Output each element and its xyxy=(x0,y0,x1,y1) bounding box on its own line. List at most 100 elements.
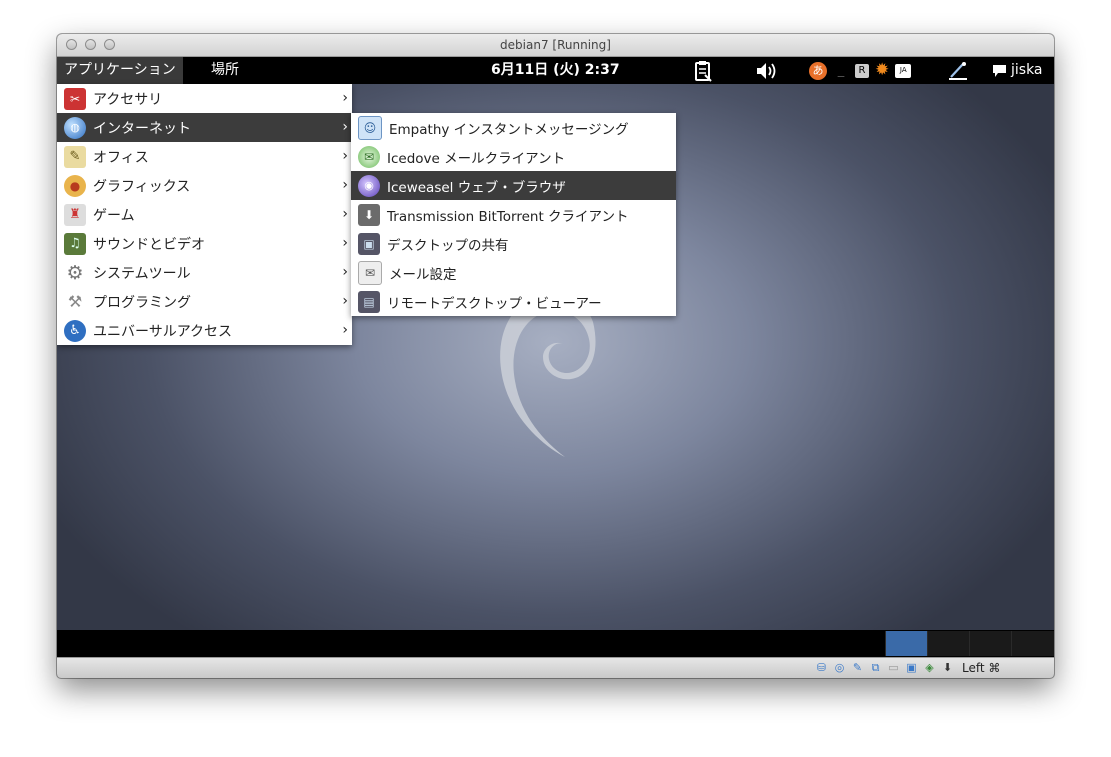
submenu-item-label: メール設定 xyxy=(389,266,457,283)
chevron-right-icon: › xyxy=(342,206,348,222)
bottom-panel xyxy=(57,630,1054,657)
programming-icon: ⚒ xyxy=(67,292,83,311)
office-icon: ✎ xyxy=(64,145,86,168)
chevron-right-icon: › xyxy=(342,90,348,106)
clock[interactable]: 6月11日 (火) 2:37 xyxy=(491,57,620,84)
chevron-right-icon: › xyxy=(342,177,348,193)
blank-indicator-icon: _ xyxy=(837,63,845,78)
accessories-icon: ✂ xyxy=(64,87,86,110)
desktop-sharing-icon: ▣ xyxy=(358,232,380,255)
menu-item-programming[interactable]: ⚒ プログラミング › xyxy=(57,287,352,316)
host-key-label: Left ⌘ xyxy=(962,660,1001,675)
menu-item-label: アクセサリ xyxy=(93,91,163,108)
chevron-right-icon: › xyxy=(342,293,348,309)
menu-item-label: ユニバーサルアクセス xyxy=(93,323,233,340)
orange-gear-icon[interactable]: ✹ xyxy=(875,57,889,84)
user-menu[interactable]: jiska xyxy=(992,57,1043,84)
chat-bubble-icon xyxy=(993,64,1006,77)
zoom-window-button[interactable] xyxy=(104,39,115,50)
close-window-button[interactable] xyxy=(66,39,77,50)
workspace-2[interactable] xyxy=(927,631,970,656)
chevron-right-icon: › xyxy=(342,322,348,338)
submenu-item-label: リモートデスクトップ・ビューアー xyxy=(387,295,602,312)
submenu-item-remote-desktop[interactable]: ▤ リモートデスクトップ・ビューアー xyxy=(351,287,676,316)
network-adapter-icon[interactable]: ⧉ xyxy=(868,660,883,675)
tray-network[interactable] xyxy=(947,57,969,84)
video-capture-icon[interactable]: ▣ xyxy=(904,660,919,675)
top-panel: アプリケーション 場所 6月11日 (火) 2:37 あ _ R ✹ JA ji… xyxy=(57,57,1054,84)
guest-desktop[interactable]: アプリケーション 場所 6月11日 (火) 2:37 あ _ R ✹ JA ji… xyxy=(57,57,1054,657)
status-icons: ⛁ ◎ ✎ ⧉ ▭ ▣ ◈ ⬇ Left ⌘ xyxy=(814,660,1001,675)
virtualbox-window: debian7 [Running] アプリケーション 場所 6月11日 (火) … xyxy=(57,34,1054,678)
tray-indicators: あ _ R ✹ JA xyxy=(809,57,912,84)
submenu-item-iceweasel[interactable]: ◉ Iceweasel ウェブ・ブラウザ xyxy=(351,171,676,200)
usb-icon[interactable]: ✎ xyxy=(850,660,865,675)
menu-item-accessories[interactable]: ✂ アクセサリ › xyxy=(57,84,352,113)
submenu-item-label: デスクトップの共有 xyxy=(387,237,509,254)
window-titlebar[interactable]: debian7 [Running] xyxy=(57,34,1054,57)
submenu-item-empathy[interactable]: ☺ Empathy インスタントメッセージング xyxy=(351,113,676,142)
submenu-item-label: Iceweasel ウェブ・ブラウザ xyxy=(387,179,566,196)
remote-desktop-icon: ▤ xyxy=(358,290,380,313)
menu-item-label: プログラミング xyxy=(93,294,191,311)
menu-item-games[interactable]: ♜ ゲーム › xyxy=(57,200,352,229)
input-method-icon[interactable]: あ xyxy=(809,61,827,80)
places-menu-button[interactable]: 場所 xyxy=(211,57,239,84)
chevron-right-icon: › xyxy=(342,264,348,280)
menu-item-system-tools[interactable]: ⚙ システムツール › xyxy=(57,258,352,287)
sound-video-icon: ♫ xyxy=(64,232,86,255)
menu-item-label: システムツール xyxy=(93,265,191,282)
keyboard-capture-icon[interactable]: ⬇ xyxy=(940,660,955,675)
submenu-item-label: Empathy インスタントメッセージング xyxy=(389,121,629,138)
games-joystick-icon: ♜ xyxy=(64,203,86,226)
submenu-item-desktop-sharing[interactable]: ▣ デスクトップの共有 xyxy=(351,229,676,258)
system-tools-gear-icon: ⚙ xyxy=(66,261,84,284)
applications-menu-button[interactable]: アプリケーション xyxy=(57,57,183,84)
submenu-item-label: Icedove メールクライアント xyxy=(387,150,566,167)
menu-item-label: インターネット xyxy=(93,120,191,137)
menu-item-sound-video[interactable]: ♫ サウンドとビデオ › xyxy=(57,229,352,258)
menu-item-internet[interactable]: ◍ インターネット › xyxy=(57,113,352,142)
menu-item-universal-access[interactable]: ♿ ユニバーサルアクセス › xyxy=(57,316,352,345)
chevron-right-icon: › xyxy=(342,148,348,164)
shared-folders-icon[interactable]: ▭ xyxy=(886,660,901,675)
optical-drive-icon[interactable]: ◎ xyxy=(832,660,847,675)
workspace-1[interactable] xyxy=(885,631,928,656)
menu-item-office[interactable]: ✎ オフィス › xyxy=(57,142,352,171)
workspace-3[interactable] xyxy=(969,631,1012,656)
menu-item-label: ゲーム xyxy=(93,207,135,224)
mail-settings-icon: ✉ xyxy=(358,260,382,285)
workspace-4[interactable] xyxy=(1011,631,1054,656)
iceweasel-icon: ◉ xyxy=(358,174,380,197)
graphics-palette-icon: ● xyxy=(64,174,86,197)
window-title: debian7 [Running] xyxy=(500,38,611,52)
menu-item-label: グラフィックス xyxy=(93,178,191,195)
submenu-item-transmission[interactable]: ⬇ Transmission BitTorrent クライアント xyxy=(351,200,676,229)
submenu-item-icedove[interactable]: ✉ Icedove メールクライアント xyxy=(351,142,676,171)
universal-access-icon: ♿ xyxy=(64,319,86,342)
internet-submenu: ☺ Empathy インスタントメッセージング ✉ Icedove メールクライ… xyxy=(351,113,676,316)
registered-icon[interactable]: R xyxy=(855,63,869,78)
icedove-icon: ✉ xyxy=(358,145,380,168)
hard-disk-icon[interactable]: ⛁ xyxy=(814,660,829,675)
transmission-icon: ⬇ xyxy=(358,203,380,226)
menu-item-label: オフィス xyxy=(93,149,149,166)
network-icon xyxy=(949,61,967,80)
empathy-icon: ☺ xyxy=(358,115,382,140)
keyboard-layout-icon[interactable]: JA xyxy=(895,63,912,78)
menu-item-label: サウンドとビデオ xyxy=(93,236,205,253)
clipboard-icon xyxy=(695,60,712,82)
volume-icon xyxy=(757,62,776,79)
username-label: jiska xyxy=(1011,62,1043,78)
submenu-item-mail-settings[interactable]: ✉ メール設定 xyxy=(351,258,676,287)
mouse-integration-icon[interactable]: ◈ xyxy=(922,660,937,675)
tray-clipboard[interactable] xyxy=(693,57,713,84)
internet-globe-icon: ◍ xyxy=(64,116,86,139)
menu-item-graphics[interactable]: ● グラフィックス › xyxy=(57,171,352,200)
vm-status-bar: ⛁ ◎ ✎ ⧉ ▭ ▣ ◈ ⬇ Left ⌘ xyxy=(57,657,1054,678)
applications-menu: ✂ アクセサリ › ◍ インターネット › ✎ オフィス › ● グラフィックス… xyxy=(57,84,352,345)
chevron-right-icon: › xyxy=(342,119,348,135)
tray-volume[interactable] xyxy=(755,57,779,84)
submenu-item-label: Transmission BitTorrent クライアント xyxy=(387,208,629,225)
minimize-window-button[interactable] xyxy=(85,39,96,50)
